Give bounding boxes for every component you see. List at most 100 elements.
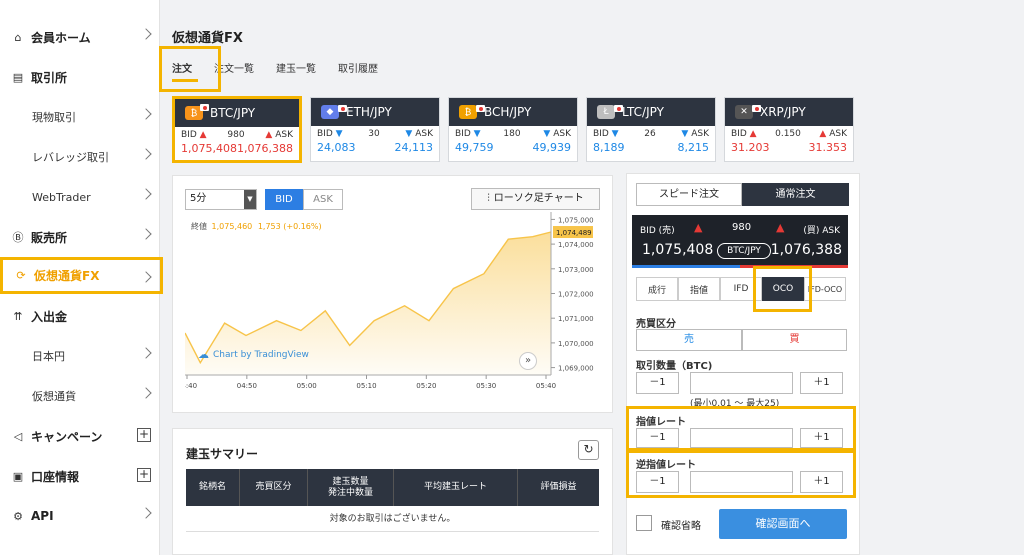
pair-spread: 30 — [368, 128, 380, 139]
chevron-right-icon — [140, 387, 152, 399]
pair-ask-price: 24,113 — [394, 141, 434, 154]
market-order-button[interactable]: 成行 — [636, 277, 678, 301]
sidebar-item-6[interactable]: ⟳ 仮想通貨FX — [0, 257, 163, 294]
order-bid-price: 1,075,408 — [642, 242, 714, 258]
stop-plus-button[interactable]: ＋1 — [800, 471, 843, 493]
tab-order-list[interactable]: 注文一覧 — [214, 60, 254, 75]
plus-icon[interactable]: + — [137, 428, 151, 442]
confirm-button[interactable]: 確認画面へ — [719, 509, 847, 539]
pair-card-1[interactable]: ◆ ETH/JPY BID ▼ 30 ▼ ASK 24,083 24,113 — [310, 97, 440, 162]
summary-title: 建玉サマリー — [186, 447, 259, 461]
oco-order-button[interactable]: OCO — [762, 277, 804, 301]
pair-spread: 180 — [503, 128, 521, 139]
ask-toggle[interactable]: ASK — [303, 189, 343, 210]
sidebar-item-7[interactable]: ⇈ 入出金 — [0, 296, 160, 336]
limit-order-button[interactable]: 指値 — [678, 277, 720, 301]
pair-ask-label: ▼ ASK — [405, 128, 433, 139]
page-title: 仮想通貨FX — [172, 31, 243, 46]
pair-name: BTC/JPY — [210, 106, 256, 120]
quantity-minus-button[interactable]: －1 — [636, 372, 679, 394]
sidebar-item-12[interactable]: ⚙ API — [0, 496, 160, 536]
chevron-right-icon — [140, 108, 152, 120]
tab-order[interactable]: 注文 — [172, 60, 192, 75]
order-type-selector: 成行 指値 IFD OCO IFD-OCO — [636, 277, 846, 301]
tab-positions[interactable]: 建玉一覧 — [276, 60, 316, 75]
ask-bar — [740, 265, 848, 268]
refresh-icon: ↻ — [583, 442, 594, 456]
sidebar-item-3[interactable]: レバレッジ取引 — [0, 137, 160, 177]
down-arrow-icon: ▼ — [611, 128, 619, 139]
pair-bid-price: 24,083 — [317, 141, 356, 154]
pair-name: LTC/JPY — [622, 105, 664, 119]
x-tick-label: 05:00 — [297, 382, 317, 390]
order-up-arrow-icon-2: ▲ — [776, 221, 785, 234]
interval-select[interactable]: 5分 ▼ — [185, 189, 257, 210]
pair-ask-price: 49,939 — [532, 141, 572, 154]
buy-button[interactable]: 買 — [742, 329, 847, 351]
sidebar-item-label: 会員ホーム — [31, 30, 91, 45]
y-tick-label: 1,071,000 — [558, 315, 594, 323]
sidebar-item-label: API — [31, 509, 54, 523]
quantity-plus-button[interactable]: ＋1 — [800, 372, 843, 394]
speed-order-tab[interactable]: スピード注文 — [636, 183, 742, 206]
limit-plus-button[interactable]: ＋1 — [800, 428, 843, 448]
sidebar-item-1[interactable]: ▤ 取引所 — [0, 57, 160, 97]
summary-header-cell: 銘柄名 — [186, 469, 240, 506]
limit-minus-button[interactable]: －1 — [636, 428, 679, 448]
pair-ask-label: ▲ ASK — [265, 129, 293, 140]
limit-rate-input[interactable] — [690, 428, 793, 448]
quantity-input[interactable] — [690, 372, 793, 394]
ifd-oco-order-button[interactable]: IFD-OCO — [804, 277, 846, 301]
sidebar-item-5[interactable]: Ⓑ 販売所 — [0, 217, 160, 257]
scroll-right-button[interactable]: » — [519, 352, 537, 370]
ifd-order-button[interactable]: IFD — [720, 277, 762, 301]
japan-flag-icon — [338, 105, 347, 112]
candlestick-chart-label: ローソク足チャート — [493, 193, 584, 204]
pair-card-4[interactable]: ✕ XRP/JPY BID ▲ 0.150 ▲ ASK 31.203 31.353 — [724, 97, 854, 162]
sell-button[interactable]: 売 — [636, 329, 742, 351]
pair-prices: 24,083 24,113 — [311, 141, 439, 154]
stop-minus-button[interactable]: －1 — [636, 471, 679, 493]
pair-card-3[interactable]: Ł LTC/JPY BID ▼ 26 ▼ ASK 8,189 8,215 — [586, 97, 716, 162]
x-tick-label: 05:40 — [536, 382, 556, 390]
skip-confirm-checkbox[interactable] — [636, 515, 652, 531]
chevron-down-icon: ▼ — [244, 190, 256, 209]
cloud-icon: ☁ — [198, 348, 209, 361]
pair-header: Ł LTC/JPY — [587, 98, 715, 126]
pair-row: BID ▼ 180 ▼ ASK — [449, 126, 577, 141]
normal-order-tab[interactable]: 通常注文 — [742, 183, 849, 206]
pair-card-0[interactable]: ₿ BTC/JPY BID ▲ 980 ▲ ASK 1,075,408 1,076,388 — [172, 96, 302, 163]
sidebar-item-8[interactable]: 日本円 — [0, 336, 160, 376]
bid-toggle[interactable]: BID — [265, 189, 303, 210]
summary-empty: 対象のお取引はございません。 — [186, 508, 599, 532]
pair-header: ◆ ETH/JPY — [311, 98, 439, 126]
x-tick-label: 04:40 — [185, 382, 197, 390]
refresh-button[interactable]: ↻ — [578, 440, 599, 460]
y-tick-label: 1,069,000 — [558, 365, 594, 373]
plus-icon[interactable]: + — [137, 468, 151, 482]
sidebar-item-4[interactable]: WebTrader — [0, 177, 160, 217]
sidebar-item-2[interactable]: 現物取引 — [0, 97, 160, 137]
pair-card-2[interactable]: ₿ BCH/JPY BID ▼ 180 ▼ ASK 49,759 49,939 — [448, 97, 578, 162]
home-icon: ⌂ — [14, 30, 22, 44]
chevron-right-icon — [140, 28, 152, 40]
chevron-right-icon — [140, 271, 152, 283]
chevron-right-icon — [140, 347, 152, 359]
quantity-label: 取引数量（BTC) — [636, 361, 713, 372]
order-ask-price: 1,076,388 — [770, 242, 842, 258]
japan-flag-icon — [200, 104, 209, 111]
order-ask-label: (買) ASK — [803, 226, 840, 236]
sidebar-item-9[interactable]: 仮想通貨 — [0, 376, 160, 416]
candlestick-chart-button[interactable]: ⫶ ローソク足チャート — [471, 188, 600, 210]
pair-name: BCH/JPY — [484, 105, 532, 119]
tab-history[interactable]: 取引履歴 — [338, 60, 378, 75]
price-chart[interactable]: 1,075,000 1,074,000 1,073,000 1,072,000 1,07… — [185, 212, 605, 392]
sidebar-item-10[interactable]: ◁ キャンペーン + — [0, 416, 160, 456]
pair-ask-label: ▼ ASK — [543, 128, 571, 139]
up-arrow-icon: ▲ — [265, 129, 273, 140]
sidebar-item-0[interactable]: ⌂ 会員ホーム — [0, 17, 160, 57]
stop-rate-input[interactable] — [690, 471, 793, 493]
chevron-right-icon — [140, 188, 152, 200]
sidebar-item-11[interactable]: ▣ 口座情報 + — [0, 456, 160, 496]
sidebar: ⌂ 会員ホーム ▤ 取引所 現物取引 レバレッジ取引 WebTrader Ⓑ 販売所 ⟳ 仮想通貨F… — [0, 0, 163, 555]
